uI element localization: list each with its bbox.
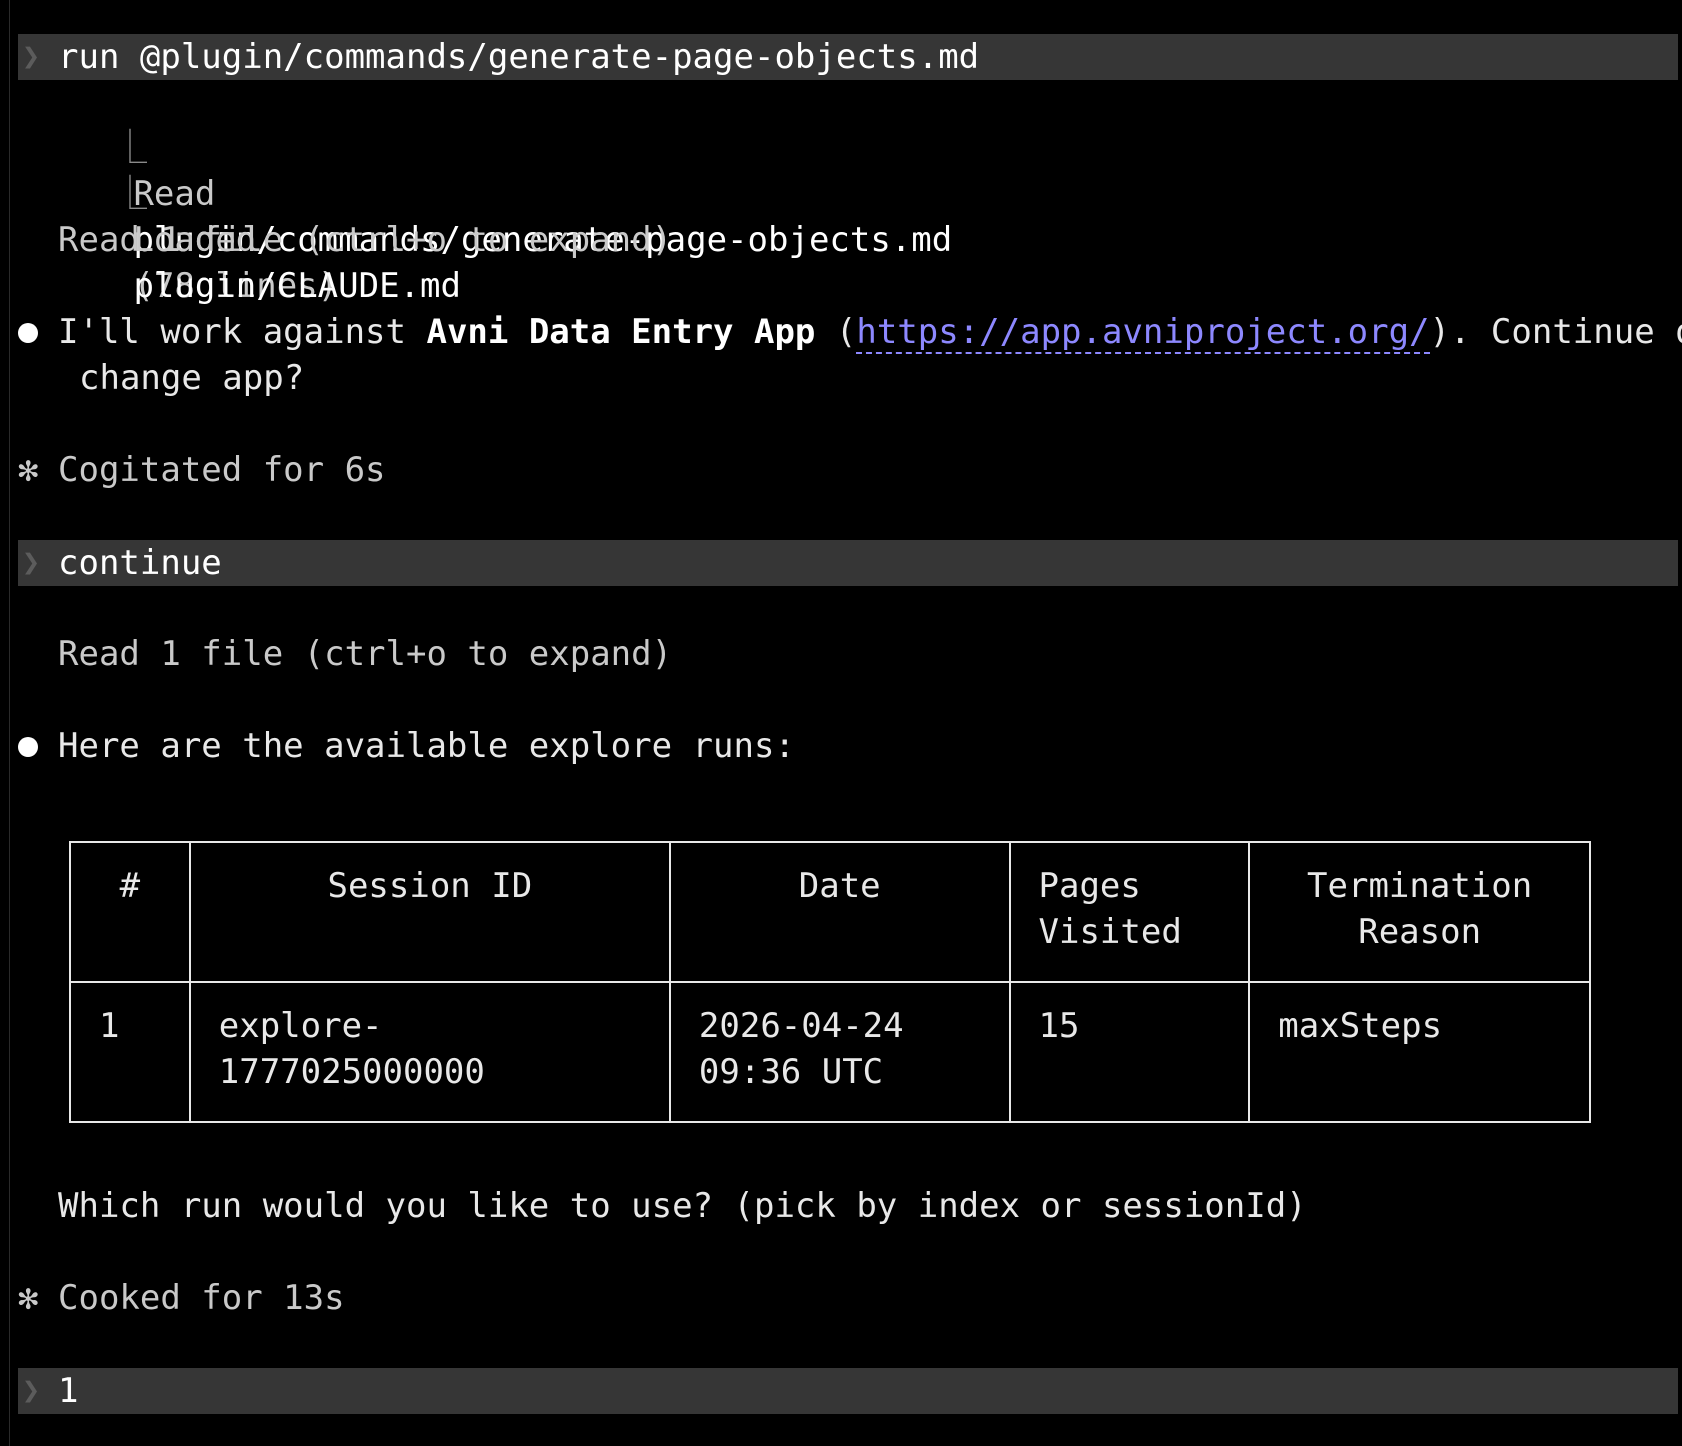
asterisk-icon: ✻ bbox=[18, 1278, 39, 1318]
tool-line-read: ⎿ Read plugin/commands/generate-page-obj… bbox=[72, 79, 952, 306]
assistant-message-2: Here are the available explore runs: bbox=[58, 726, 795, 766]
prompt-chevron-icon: ❯ bbox=[22, 1373, 41, 1408]
assistant-message-1-line-2: change app? bbox=[79, 358, 305, 398]
app-url-link[interactable]: https://app.avniproject.org/ bbox=[856, 312, 1430, 354]
assistant-bullet-icon bbox=[18, 737, 38, 757]
explore-runs-table: # Session ID Date Pages Visited Terminat… bbox=[69, 841, 1591, 1123]
table-row: 1 explore-1777025000000 2026-04-24 09:36… bbox=[69, 981, 1591, 1123]
user-prompt-text: continue bbox=[58, 543, 222, 583]
user-prompt-1: ❯ run @plugin/commands/generate-page-obj… bbox=[18, 34, 1678, 80]
user-prompt-text: run @plugin/commands/generate-page-objec… bbox=[58, 37, 980, 77]
read-summary-2[interactable]: Read 1 file (ctrl+o to expand) bbox=[58, 631, 672, 677]
message-text: ( bbox=[815, 312, 857, 352]
asterisk-icon: ✻ bbox=[18, 450, 39, 490]
status-cooked: Cooked for 13s bbox=[58, 1278, 345, 1318]
header-label: Session ID bbox=[327, 866, 533, 906]
user-prompt-3[interactable]: ❯ 1 bbox=[18, 1368, 1678, 1414]
header-label: Termination Reason bbox=[1307, 866, 1533, 952]
left-gutter-rule bbox=[9, 0, 10, 1446]
assistant-message-1: I'll work against Avni Data Entry App (h… bbox=[58, 309, 1682, 355]
header-label: Pages Visited bbox=[1038, 866, 1182, 952]
header-session-id: Session ID bbox=[188, 841, 671, 983]
cell-pages-visited: 15 bbox=[1008, 981, 1251, 1123]
table-header-row: # Session ID Date Pages Visited Terminat… bbox=[69, 841, 1591, 983]
user-prompt-2: ❯ continue bbox=[18, 540, 1678, 586]
cell-date: 2026-04-24 09:36 UTC bbox=[668, 981, 1011, 1123]
tool-line-loaded: ⎿ Loaded plugin/CLAUDE.md bbox=[72, 125, 461, 306]
header-label: # bbox=[119, 866, 141, 906]
prompt-chevron-icon: ❯ bbox=[22, 545, 41, 580]
assistant-bullet-icon bbox=[18, 323, 38, 343]
read-summary-1[interactable]: Read 1 file (ctrl+o to expand) bbox=[58, 217, 672, 263]
header-pages-visited: Pages Visited bbox=[1008, 841, 1251, 983]
cell-termination-reason: maxSteps bbox=[1248, 981, 1591, 1123]
prompt-chevron-icon: ❯ bbox=[22, 39, 41, 74]
header-termination-reason: Termination Reason bbox=[1248, 841, 1591, 983]
header-date: Date bbox=[668, 841, 1011, 983]
cell-index: 1 bbox=[69, 981, 191, 1123]
tool-path: plugin/CLAUDE.md bbox=[133, 266, 461, 306]
app-name: Avni Data Entry App bbox=[426, 312, 816, 352]
message-text: ). Continue or bbox=[1429, 312, 1682, 352]
status-cogitated: Cogitated for 6s bbox=[58, 450, 386, 490]
header-label: Date bbox=[798, 866, 881, 906]
user-prompt-text[interactable]: 1 bbox=[58, 1368, 78, 1414]
message-text: I'll work against bbox=[58, 312, 427, 352]
tree-branch-icon: ⎿ bbox=[112, 174, 147, 214]
header-index: # bbox=[69, 841, 191, 983]
cell-session-id: explore-1777025000000 bbox=[188, 981, 671, 1123]
assistant-question: Which run would you like to use? (pick b… bbox=[58, 1186, 1307, 1226]
